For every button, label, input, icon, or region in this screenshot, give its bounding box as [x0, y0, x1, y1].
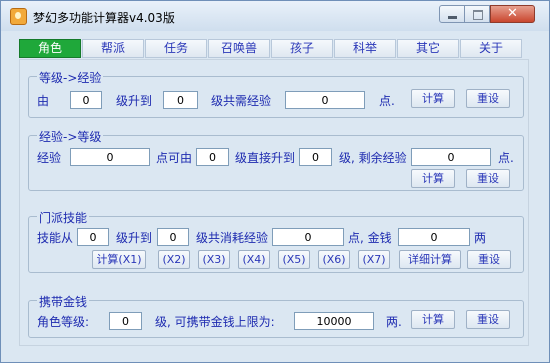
calc-x1-button[interactable]: 计算(X1) — [92, 250, 146, 269]
points-label: 点. — [498, 151, 514, 165]
calc-x7-button[interactable]: (X7) — [358, 250, 390, 269]
from-level-input[interactable] — [196, 148, 229, 166]
calc-x4-button[interactable]: (X4) — [238, 250, 270, 269]
consume-exp-label: 级共消耗经验 — [196, 231, 269, 245]
role-level-input[interactable] — [109, 312, 142, 330]
direct-level-output[interactable] — [299, 148, 332, 166]
calc-x5-button[interactable]: (X5) — [278, 250, 310, 269]
group-title: 携带金钱 — [37, 293, 90, 310]
group-title: 门派技能 — [37, 209, 90, 226]
reset-button[interactable]: 重设 — [467, 250, 511, 269]
close-button[interactable]: ✕ — [490, 5, 535, 23]
money-limit-label: 级, 可携带金钱上限为: — [155, 315, 275, 329]
role-level-label: 角色等级: — [37, 315, 90, 329]
need-exp-output[interactable] — [285, 91, 365, 109]
money-output[interactable] — [398, 228, 470, 246]
tab-summon[interactable]: 召唤兽 — [208, 39, 270, 58]
tab-about[interactable]: 关于 — [460, 39, 522, 58]
reset-button[interactable]: 重设 — [466, 169, 510, 188]
need-exp-label: 级共需经验 — [211, 94, 272, 108]
from-label: 由 — [37, 94, 50, 108]
calc-x2-button[interactable]: (X2) — [158, 250, 190, 269]
to-label: 级升到 — [116, 231, 153, 245]
minimize-button[interactable] — [439, 5, 465, 23]
sect-skill-group: 门派技能 技能从 级升到 级共消耗经验 点, 金钱 两 计算(X1) (X2) … — [28, 209, 524, 273]
window-title: 梦幻多功能计算器v4.03版 — [33, 11, 175, 25]
exp-input[interactable] — [70, 148, 150, 166]
close-icon: ✕ — [507, 6, 518, 21]
tab-quest[interactable]: 任务 — [145, 39, 207, 58]
group-title: 经验->等级 — [37, 128, 104, 145]
detailed-calc-button[interactable]: 详细计算 — [399, 250, 461, 269]
calculate-button[interactable]: 计算 — [411, 169, 455, 188]
skill-from-label: 技能从 — [37, 231, 74, 245]
liang-unit-label: 两. — [386, 315, 402, 329]
reset-button[interactable]: 重设 — [466, 310, 510, 329]
skill-to-input[interactable] — [157, 228, 189, 246]
tab-other[interactable]: 其它 — [397, 39, 459, 58]
tab-panel: 等级->经验 由 级升到 级共需经验 点. 计算 重设 经验->等级 经验 点可… — [19, 59, 529, 346]
tab-exam[interactable]: 科举 — [334, 39, 396, 58]
money-label: 点, 金钱 — [348, 231, 392, 245]
consume-exp-output[interactable] — [272, 228, 344, 246]
to-level-input[interactable] — [163, 91, 198, 109]
title-bar[interactable]: 梦幻多功能计算器v4.03版 ✕ — [1, 1, 549, 31]
calc-x3-button[interactable]: (X3) — [198, 250, 230, 269]
maximize-button[interactable] — [464, 5, 490, 23]
points-label: 点. — [379, 94, 395, 108]
carry-money-group: 携带金钱 角色等级: 级, 可携带金钱上限为: 两. 计算 重设 — [28, 293, 524, 338]
maximize-icon — [473, 10, 483, 20]
remain-exp-label: 级, 剩余经验 — [339, 151, 407, 165]
app-icon — [10, 8, 27, 25]
calculate-button[interactable]: 计算 — [411, 310, 455, 329]
group-title: 等级->经验 — [37, 69, 104, 86]
direct-level-label: 级直接升到 — [235, 151, 296, 165]
level-to-exp-group: 等级->经验 由 级升到 级共需经验 点. 计算 重设 — [28, 69, 524, 118]
exp-to-level-group: 经验->等级 经验 点可由 级直接升到 级, 剩余经验 点. 计算 重设 — [28, 128, 524, 191]
tab-guild[interactable]: 帮派 — [82, 39, 144, 58]
minimize-icon — [448, 16, 457, 19]
skill-from-input[interactable] — [77, 228, 109, 246]
liang-unit-label: 两 — [474, 231, 487, 245]
tab-child[interactable]: 孩子 — [271, 39, 333, 58]
tab-role[interactable]: 角色 — [19, 39, 81, 58]
from-label: 点可由 — [156, 151, 193, 165]
reset-button[interactable]: 重设 — [466, 89, 510, 108]
app-window: 梦幻多功能计算器v4.03版 ✕ 角色 帮派 任务 召唤兽 孩子 科举 其它 关… — [0, 0, 550, 363]
remain-exp-output[interactable] — [411, 148, 491, 166]
money-limit-output[interactable] — [294, 312, 374, 330]
from-level-input[interactable] — [70, 91, 102, 109]
calc-x6-button[interactable]: (X6) — [318, 250, 350, 269]
to-label: 级升到 — [116, 94, 153, 108]
calculate-button[interactable]: 计算 — [411, 89, 455, 108]
exp-label: 经验 — [37, 151, 62, 165]
